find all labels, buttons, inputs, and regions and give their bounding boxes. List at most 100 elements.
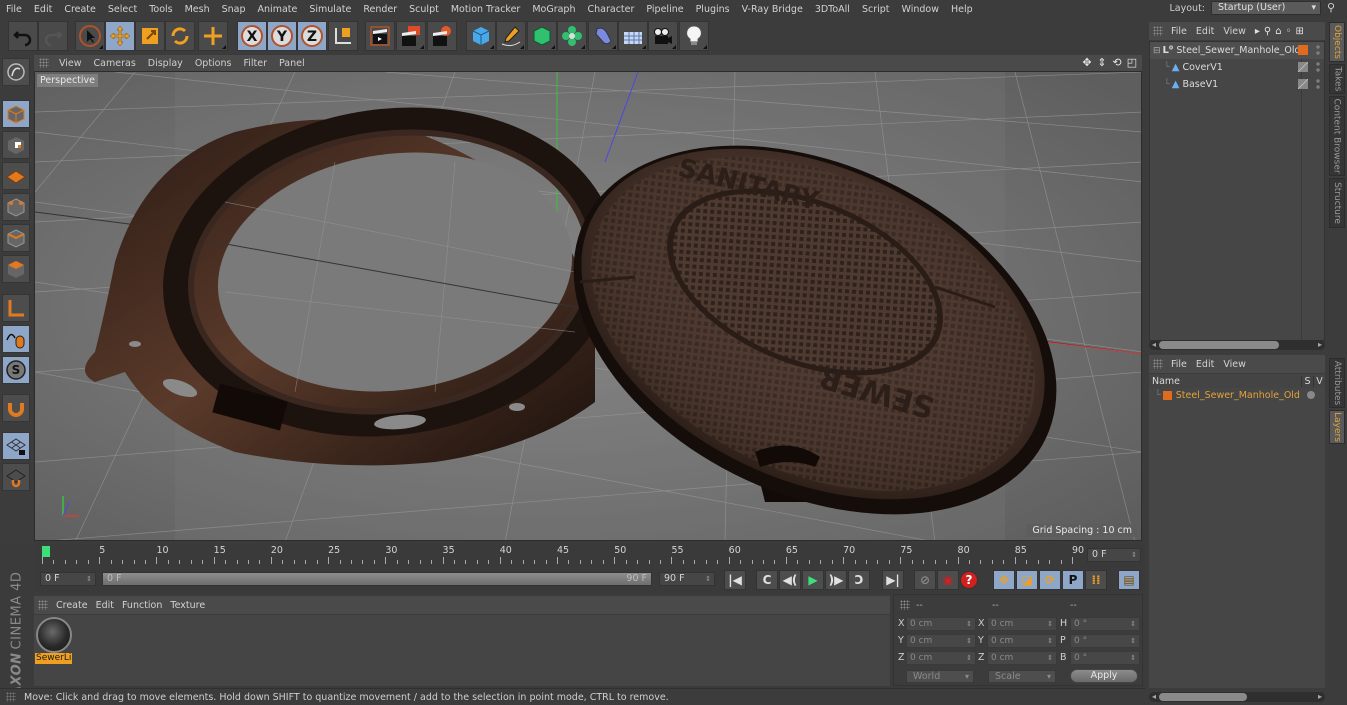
key-position-button[interactable]: ✥ [993, 570, 1015, 590]
x-axis-lock-button[interactable]: X [237, 21, 267, 51]
render-picture-viewer-button[interactable] [396, 21, 426, 51]
z-axis-lock-button[interactable]: Z [297, 21, 327, 51]
start-frame-field[interactable]: 0 F ⇕ [40, 572, 96, 586]
size-mode-dropdown[interactable]: Scale [988, 670, 1056, 683]
menu-plugins[interactable]: Plugins [690, 4, 736, 15]
layer-menu-view[interactable]: View [1221, 359, 1253, 370]
new-window-icon[interactable]: ⊞ [1295, 26, 1303, 37]
position-y-field[interactable]: 0 cm ⇕ [906, 634, 976, 648]
panel-grip-icon[interactable] [38, 600, 48, 610]
scroll-left-icon[interactable]: ◂ [1152, 340, 1156, 350]
menu-simulate[interactable]: Simulate [303, 4, 357, 15]
layer-list-scrollbar[interactable]: ◂ ▸ [1149, 692, 1325, 702]
object-menu-file[interactable]: File [1169, 26, 1194, 37]
key-parameter-button[interactable]: P [1062, 570, 1084, 590]
material-name[interactable]: SewerLi [35, 653, 72, 664]
workplane-lock-button[interactable] [2, 432, 30, 460]
preview-range-slider[interactable]: 0 F 90 F [102, 572, 652, 586]
tab-structure[interactable]: Structure [1329, 178, 1345, 228]
layer-row[interactable]: └ Steel_Sewer_Manhole_Old [1149, 388, 1325, 402]
material-menu-edit[interactable]: Edit [94, 600, 120, 611]
panel-grip-icon[interactable] [39, 58, 49, 68]
recent-tools-button[interactable] [198, 21, 228, 51]
scroll-right-icon[interactable]: ▸ [1318, 692, 1322, 702]
camera-button[interactable] [648, 21, 678, 51]
previous-key-button[interactable]: C [756, 570, 778, 590]
panel-grip-icon[interactable] [1153, 359, 1163, 369]
viewport-menu-view[interactable]: View [53, 58, 88, 69]
texture-mode-button[interactable] [2, 131, 30, 159]
position-x-field[interactable]: 0 cm ⇕ [906, 617, 976, 631]
next-frame-button[interactable]: )▶ [825, 570, 847, 590]
menu-animate[interactable]: Animate [252, 4, 304, 15]
material-menu-function[interactable]: Function [120, 600, 168, 611]
scrollbar-thumb[interactable] [1159, 341, 1279, 349]
object-row[interactable]: ⊟ L⁰ Steel_Sewer_Manhole_Old [1150, 42, 1324, 59]
menu-help[interactable]: Help [945, 4, 979, 15]
object-list-scrollbar[interactable]: ◂ ▸ [1149, 340, 1325, 350]
viewport-menu-options[interactable]: Options [189, 58, 238, 69]
key-point-level-button[interactable]: ⁞⁞ [1085, 570, 1107, 590]
size-y-field[interactable]: 0 cm ⇕ [987, 634, 1057, 648]
current-frame-field[interactable]: 0 F ⇕ [1087, 548, 1141, 562]
menu-3dtoall[interactable]: 3DToAll [809, 4, 856, 15]
rotation-b-field[interactable]: 0 ° ⇕ [1070, 651, 1140, 665]
menu-edit[interactable]: Edit [28, 4, 58, 15]
snap-button[interactable]: S [2, 356, 30, 384]
menu-file[interactable]: File [0, 4, 28, 15]
frame-ruler[interactable]: 051015202530354045505560657075808590 [42, 544, 1084, 568]
playhead[interactable] [42, 546, 50, 557]
model-mode-button[interactable] [2, 100, 30, 128]
subdivision-surface-button[interactable] [527, 21, 557, 51]
redo-button[interactable] [38, 21, 68, 51]
search-icon[interactable]: ⚲ [1327, 2, 1339, 14]
deformer-button[interactable] [588, 21, 618, 51]
viewport-menu-cameras[interactable]: Cameras [88, 58, 142, 69]
rotate-view-icon[interactable]: ⟲ [1111, 56, 1123, 69]
menu-sculpt[interactable]: Sculpt [403, 4, 445, 15]
camera-label[interactable]: Perspective [37, 74, 99, 87]
undo-button[interactable] [8, 21, 38, 51]
object-row[interactable]: └ ▲ BaseV1 [1150, 76, 1324, 93]
menu-character[interactable]: Character [581, 4, 640, 15]
layout-dropdown[interactable]: Startup (User) [1211, 1, 1321, 15]
tweak-mode-button[interactable] [2, 325, 30, 353]
scroll-right-icon[interactable]: ▸ [1318, 340, 1322, 350]
previous-frame-button[interactable]: ◀( [779, 570, 801, 590]
timeline-ruler[interactable]: 051015202530354045505560657075808590 0 F… [34, 544, 1145, 568]
floor-button[interactable] [618, 21, 648, 51]
planar-workplane-button[interactable] [2, 463, 30, 491]
end-frame-field[interactable]: 90 F ⇕ [659, 572, 715, 586]
apply-button[interactable]: Apply [1070, 669, 1138, 683]
minimize-icon[interactable]: ◦ [1286, 26, 1292, 37]
render-view-button[interactable] [365, 21, 395, 51]
material-preview[interactable] [36, 617, 72, 653]
layer-menu-file[interactable]: File [1169, 359, 1194, 370]
position-z-field[interactable]: 0 cm ⇕ [906, 651, 976, 665]
polygons-mode-button[interactable] [2, 255, 30, 283]
rotation-h-field[interactable]: 0 ° ⇕ [1070, 617, 1140, 631]
tab-layers[interactable]: Layers [1329, 410, 1345, 444]
scrollbar-thumb[interactable] [1159, 693, 1247, 701]
autokeying-button[interactable]: ? [960, 571, 978, 589]
tab-takes[interactable]: Takes [1329, 64, 1345, 94]
points-mode-button[interactable] [2, 193, 30, 221]
live-selection-button[interactable] [75, 21, 105, 51]
tab-objects[interactable]: Objects [1329, 22, 1345, 62]
object-name[interactable]: Steel_Sewer_Manhole_Old [1176, 45, 1300, 56]
more-arrow-icon[interactable]: ▸ [1255, 26, 1260, 37]
menu-mesh[interactable]: Mesh [179, 4, 216, 15]
coordinate-system-button[interactable] [328, 21, 358, 51]
record-active-objects-button[interactable]: ◉ [937, 570, 959, 590]
move-view-icon[interactable]: ✥ [1081, 56, 1093, 69]
menu-motion-tracker[interactable]: Motion Tracker [445, 4, 527, 15]
visibility-dots[interactable] [1316, 61, 1320, 73]
cloner-button[interactable] [557, 21, 587, 51]
column-visible[interactable]: V [1313, 375, 1325, 387]
home-icon[interactable]: ⌂ [1275, 26, 1281, 37]
object-name[interactable]: BaseV1 [1182, 79, 1218, 90]
menu-mograph[interactable]: MoGraph [526, 4, 581, 15]
texture-tag[interactable] [1298, 79, 1308, 89]
menu-pipeline[interactable]: Pipeline [640, 4, 689, 15]
rotation-p-field[interactable]: 0 ° ⇕ [1070, 634, 1140, 648]
